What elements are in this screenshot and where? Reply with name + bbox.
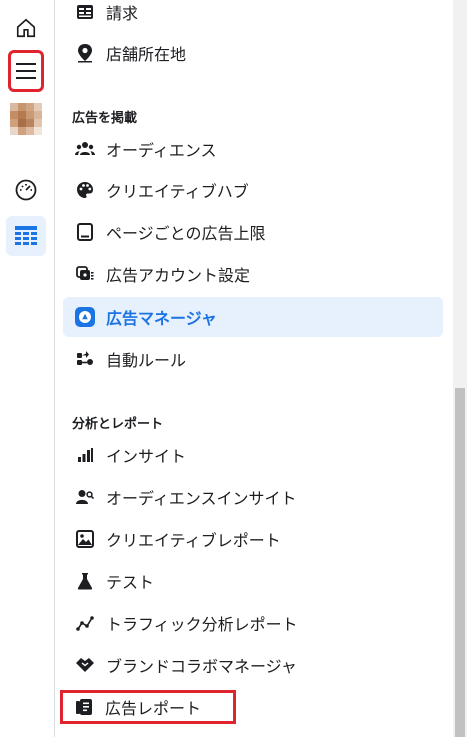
menu-button[interactable] (8, 50, 44, 92)
menu-item-page-ad-limits[interactable]: ページごとの広告上限 (63, 212, 443, 252)
left-rail (0, 0, 55, 737)
menu-item-label: ブランドコラボマネージャ (106, 657, 297, 676)
menu-item-label: インサイト (106, 447, 187, 466)
section-title-advertise: 広告を掲載 (72, 111, 138, 126)
menu-item-audiences[interactable]: オーディエンス (63, 129, 443, 169)
ads-manager-icon (74, 306, 96, 328)
menu-item-label: 広告マネージャ (106, 309, 217, 328)
menu-item-creative-hub[interactable]: クリエイティブハブ (63, 170, 443, 210)
menu-item-label: 店舗所在地 (106, 45, 187, 64)
menu-item-creative-reporting[interactable]: クリエイティブレポート (63, 519, 443, 559)
section-title-analyze-report: 分析とレポート (72, 417, 164, 432)
menu-item-label: トラフィック分析レポート (106, 615, 298, 634)
menu-item-label: オーディエンス (106, 141, 217, 160)
tablet-icon (74, 221, 96, 243)
bar-chart-icon (74, 444, 96, 466)
audience-insights-icon (74, 486, 96, 508)
tools-menu-panel: 請求 店舗所在地 広告を掲載 オーディエンス クリエイティブハブ ページごとの広… (55, 0, 453, 737)
menu-item-brand-collabs-manager[interactable]: ブランドコラボマネージャ (63, 645, 443, 685)
menu-item-ads-reporting[interactable]: 広告レポート (60, 690, 236, 724)
palette-icon (74, 179, 96, 201)
menu-item-store-locations[interactable]: 店舗所在地 (63, 33, 443, 73)
menu-item-ad-account-settings[interactable]: 広告アカウント設定 (63, 254, 443, 294)
flask-icon (74, 570, 96, 592)
menu-item-label: オーディエンスインサイト (106, 489, 297, 508)
menu-item-label: ページごとの広告上限 (106, 224, 266, 243)
menu-item-label: 広告アカウント設定 (106, 266, 251, 285)
automated-rules-icon (74, 348, 96, 370)
menu-item-label: 請求 (106, 4, 139, 23)
all-tools-button[interactable] (6, 216, 46, 256)
billing-icon (74, 1, 96, 23)
handshake-icon (74, 654, 96, 676)
report-icon (73, 696, 95, 718)
scrollbar-thumb[interactable] (455, 388, 465, 737)
speedometer-icon (15, 179, 37, 201)
traffic-analysis-icon (74, 612, 96, 634)
table-grid-icon (15, 226, 37, 245)
location-pin-icon (74, 42, 96, 64)
menu-item-traffic-analysis[interactable]: トラフィック分析レポート (63, 603, 443, 643)
menu-item-experiments[interactable]: テスト (63, 561, 443, 601)
menu-item-label: クリエイティブレポート (106, 531, 281, 550)
audience-icon (74, 138, 96, 160)
account-settings-icon (74, 263, 96, 285)
menu-item-label: テスト (106, 573, 155, 592)
dashboard-button[interactable] (6, 170, 46, 210)
home-button[interactable] (6, 8, 46, 48)
avatar[interactable] (10, 103, 42, 135)
menu-item-automated-rules[interactable]: 自動ルール (63, 339, 443, 379)
menu-item-label: 広告レポート (105, 699, 202, 718)
hamburger-icon (16, 63, 36, 79)
menu-item-billing[interactable]: 請求 (63, 0, 443, 32)
menu-item-ads-manager[interactable]: 広告マネージャ (63, 297, 443, 337)
image-icon (74, 528, 96, 550)
menu-item-audience-insights[interactable]: オーディエンスインサイト (63, 477, 443, 517)
home-icon (16, 18, 36, 38)
menu-item-label: クリエイティブハブ (106, 182, 249, 201)
menu-item-insights[interactable]: インサイト (63, 435, 443, 475)
menu-item-label: 自動ルール (106, 351, 187, 370)
